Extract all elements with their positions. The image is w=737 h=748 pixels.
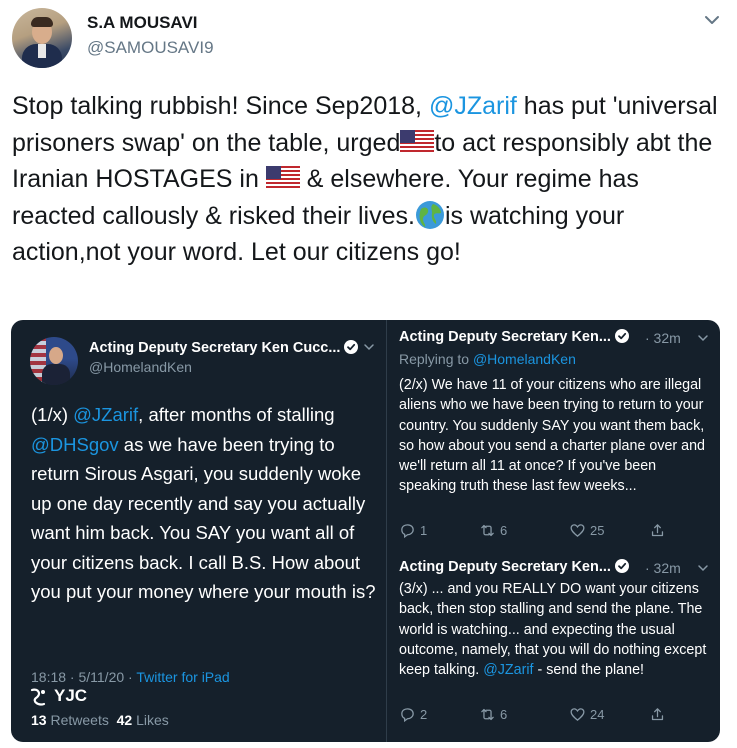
likes-label: Likes: [136, 712, 169, 728]
watermark-text: YJC: [54, 686, 88, 705]
reply-action: 2: [399, 706, 427, 723]
share-icon: [651, 524, 664, 537]
like-count: 24: [590, 707, 605, 722]
watermark-logo-icon: [30, 688, 46, 706]
retweet-action: 6: [479, 706, 507, 723]
right2-body: (3/x) ... and you REALLY DO want your ci…: [399, 579, 714, 680]
left-handle: @HomelandKen: [89, 359, 192, 375]
left-time: 18:18 · 5/11/20 ·: [31, 669, 137, 685]
right1-display-name: Acting Deputy Secretary Ken...: [399, 329, 629, 345]
right1-age: · 32m: [645, 330, 681, 346]
chevron-down-icon: [364, 344, 375, 351]
retweet-icon: [481, 708, 494, 721]
left-stats: 13 Retweets 42 Likes: [31, 712, 169, 728]
right2-actions: 2 6 24: [399, 706, 699, 726]
reply-count: 1: [420, 523, 428, 538]
verified-icon: [614, 559, 629, 573]
left-text-part: , after months of stalling: [138, 404, 335, 425]
tweet-text-part: Stop talking rubbish! Since Sep2018,: [12, 92, 429, 120]
right1-display-name-text: Acting Deputy Secretary Ken...: [399, 329, 611, 345]
left-text-part: (1/x): [31, 404, 74, 425]
us-flag-emoji: [400, 129, 435, 154]
right1-replying: Replying to @HomelandKen: [399, 351, 576, 367]
left-source: Twitter for iPad: [136, 669, 230, 685]
left-display-name: Acting Deputy Secretary Ken Cucc...: [89, 340, 376, 356]
globe-emoji: [415, 200, 444, 229]
left-tweet-body: (1/x) @JZarif, after months of stalling …: [31, 400, 376, 607]
retweets-count: 13: [31, 712, 47, 728]
right1-body: (2/x) We have 11 of your citizens who ar…: [399, 377, 706, 495]
right2-display-name: Acting Deputy Secretary Ken...: [399, 559, 629, 575]
share-action: [649, 706, 666, 723]
right2-text-end: - send the plane!: [533, 662, 644, 679]
chevron-down-icon: [698, 565, 708, 572]
author-handle[interactable]: @SAMOUSAVI9: [87, 38, 214, 58]
left-text-part: as we have been trying to return Sirous …: [31, 433, 376, 603]
column-divider: [386, 320, 387, 742]
retweet-count: 6: [500, 523, 508, 538]
retweets-label: Retweets: [50, 712, 109, 728]
retweet-action: 6: [479, 522, 507, 539]
likes-count: 42: [116, 712, 133, 728]
author-name[interactable]: S.A MOUSAVI: [87, 13, 198, 33]
retweet-icon: [481, 524, 494, 537]
right2-display-name-text: Acting Deputy Secretary Ken...: [399, 559, 611, 575]
reply-icon: [401, 708, 414, 723]
like-action: 25: [569, 522, 604, 539]
left-timestamp: 18:18 · 5/11/20 · Twitter for iPad: [31, 669, 230, 685]
chevron-down-icon[interactable]: [700, 8, 724, 32]
embedded-screenshot: Acting Deputy Secretary Ken Cucc... @Hom…: [11, 320, 720, 742]
right1-actions: 1 6 25: [399, 522, 699, 542]
replying-label: Replying to: [399, 351, 473, 367]
like-icon: [570, 524, 585, 537]
left-display-name-text: Acting Deputy Secretary Ken Cucc...: [89, 340, 341, 356]
verified-icon: [614, 329, 629, 343]
author-avatar[interactable]: [12, 8, 72, 68]
share-icon: [651, 708, 664, 721]
left-mention: @DHSgov: [31, 433, 119, 455]
tweet-text: Stop talking rubbish! Since Sep2018, @JZ…: [12, 88, 727, 271]
left-author-avatar: [30, 337, 78, 385]
left-mention: @JZarif: [73, 404, 139, 425]
replying-to-link: @HomelandKen: [472, 351, 576, 367]
right2-age: · 32m: [645, 560, 681, 576]
like-action: 24: [569, 706, 604, 723]
mention-link[interactable]: @JZarif: [429, 92, 517, 120]
share-action: [649, 522, 666, 539]
reply-action: 1: [399, 522, 427, 539]
us-flag-emoji: [265, 166, 300, 190]
retweet-count: 6: [500, 707, 508, 722]
chevron-down-icon: [698, 335, 708, 342]
verified-icon: [344, 340, 359, 354]
like-icon: [570, 708, 585, 721]
right2-mention: @JZarif: [483, 662, 534, 679]
reply-icon: [401, 524, 414, 539]
reply-count: 2: [420, 707, 428, 722]
like-count: 25: [590, 523, 605, 538]
